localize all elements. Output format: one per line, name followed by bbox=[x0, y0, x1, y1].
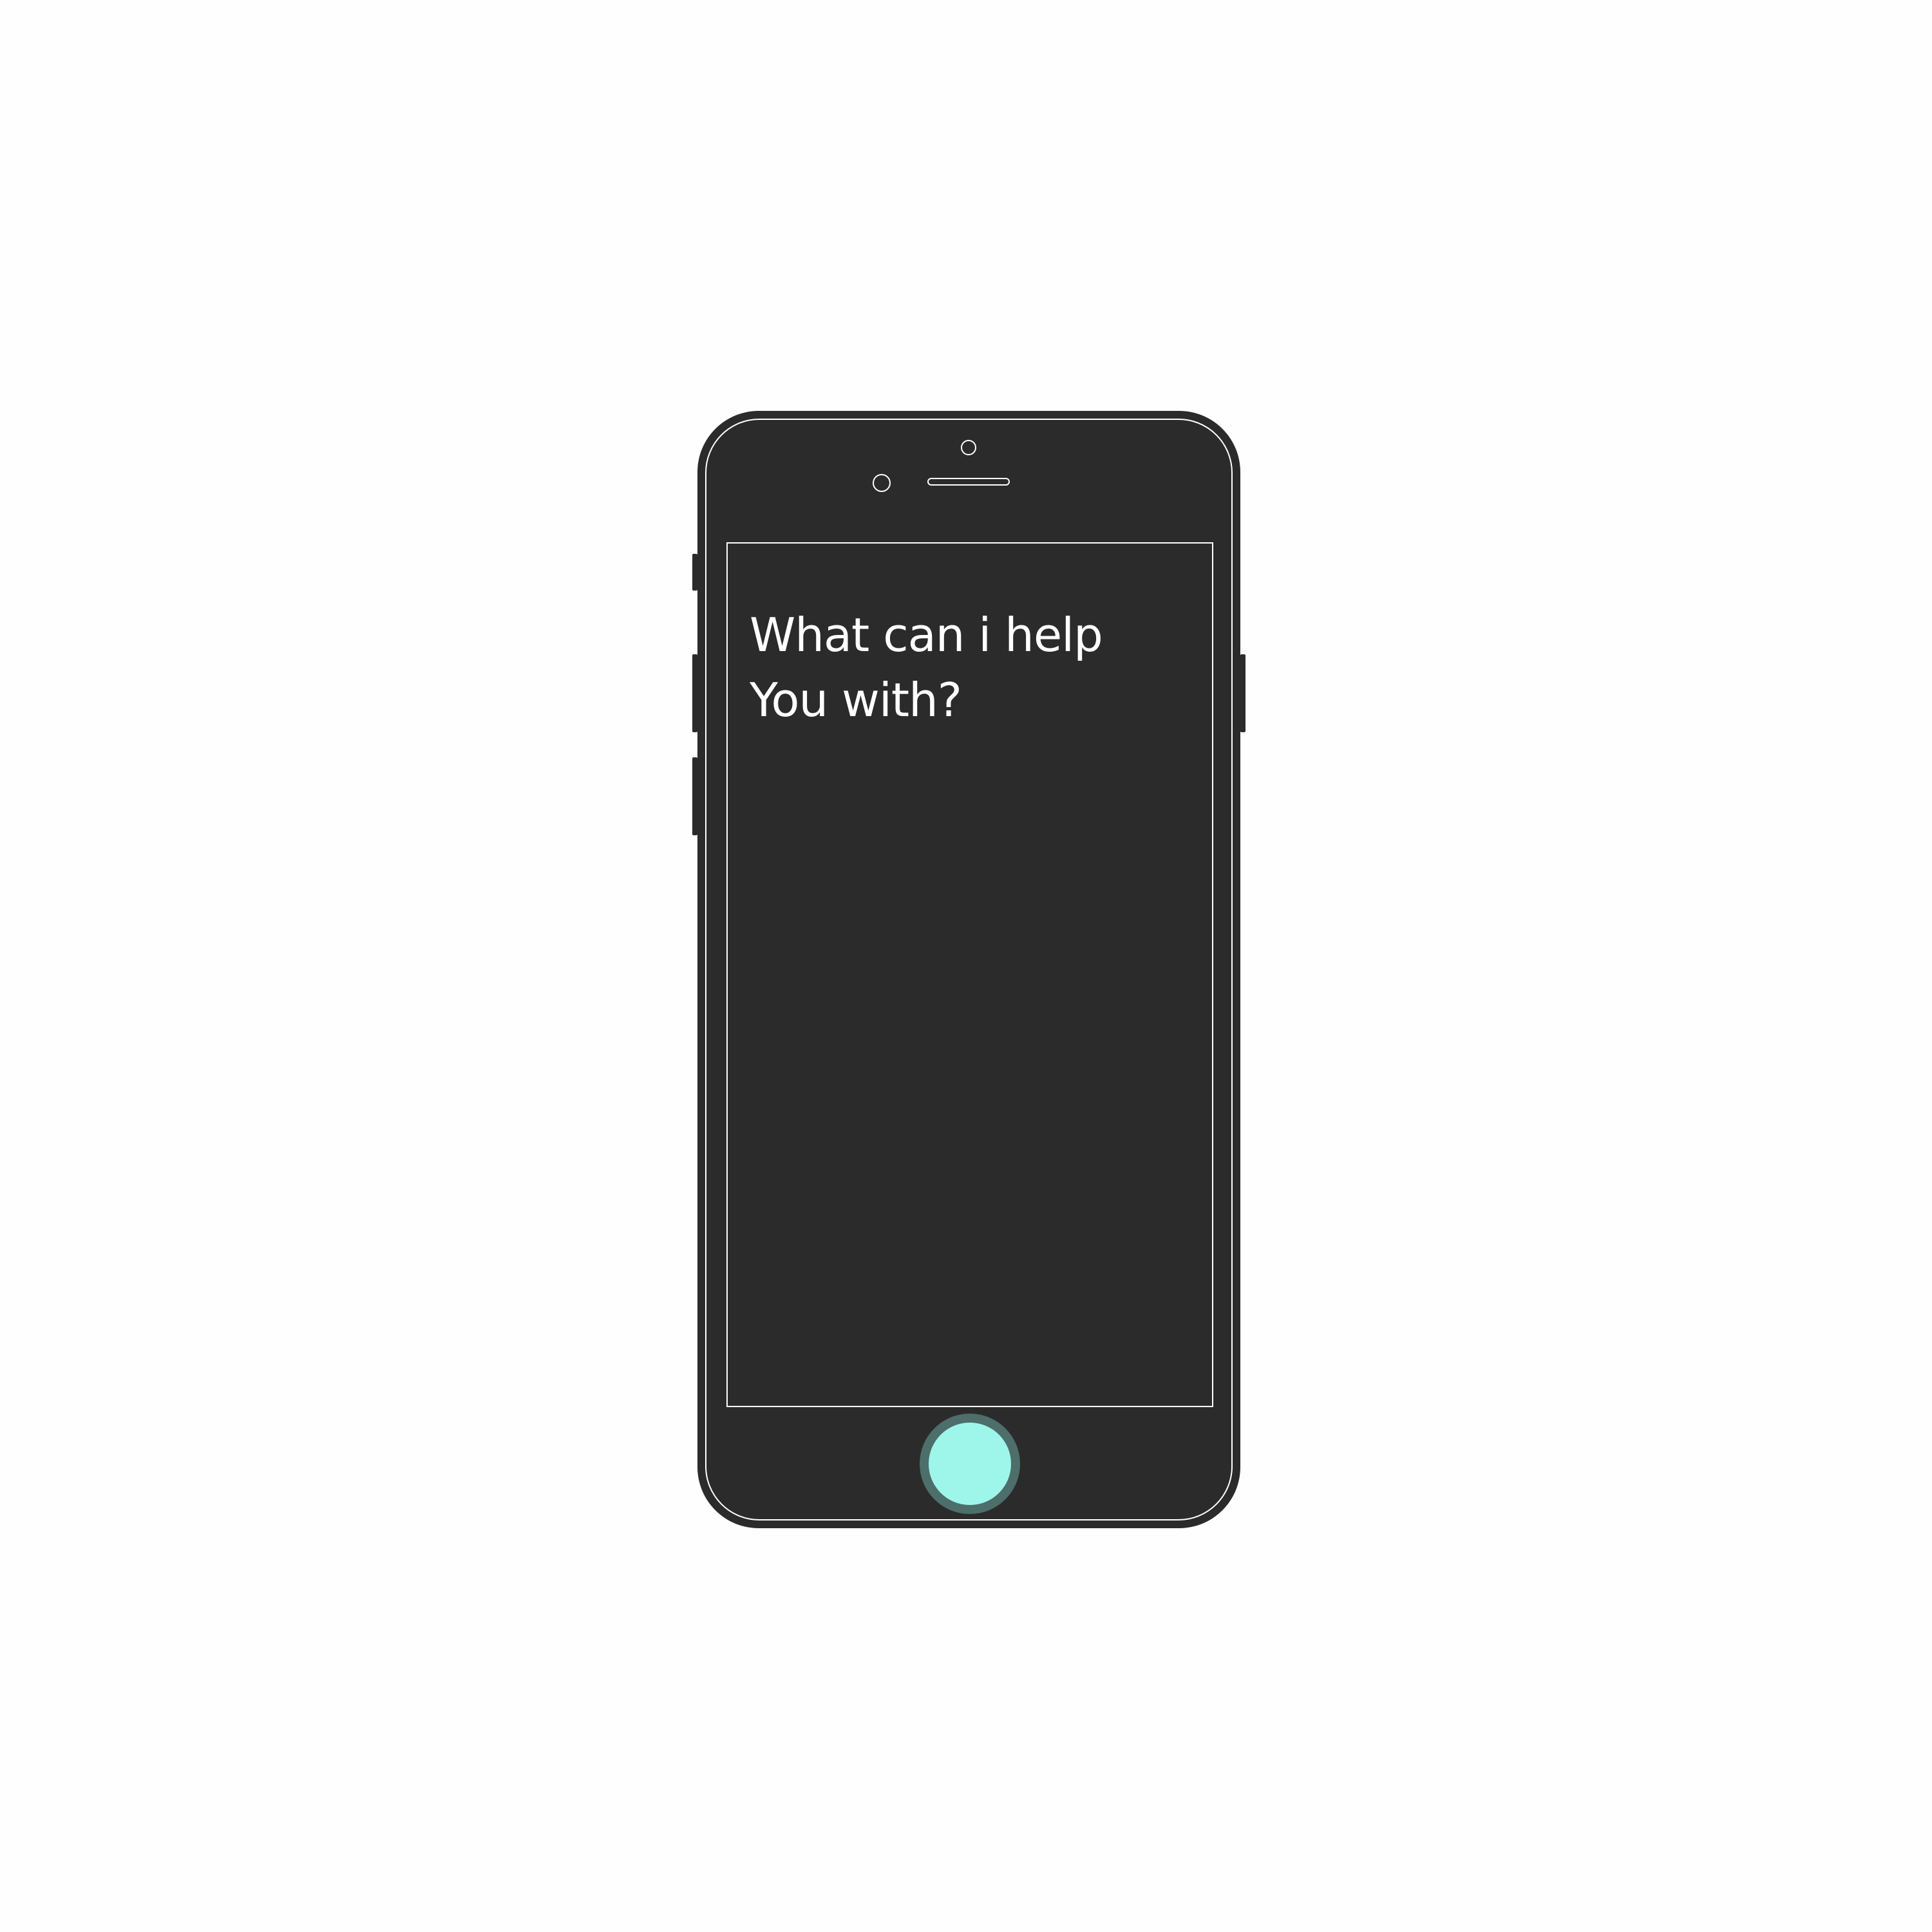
assistant-prompt-line-2: You with? bbox=[750, 673, 962, 727]
earpiece-speaker-icon bbox=[927, 478, 1010, 486]
assistant-prompt-line-1: What can i help bbox=[750, 608, 1103, 662]
proximity-sensor-icon bbox=[873, 474, 891, 492]
canvas: What can i help You with? bbox=[0, 0, 1932, 1932]
front-camera-icon bbox=[961, 440, 976, 455]
power-button[interactable] bbox=[1240, 654, 1245, 732]
mute-switch[interactable] bbox=[692, 554, 697, 591]
volume-down-button[interactable] bbox=[692, 757, 697, 835]
phone-screen[interactable]: What can i help You with? bbox=[726, 542, 1213, 1407]
assistant-prompt: What can i help You with? bbox=[750, 603, 1103, 733]
home-button[interactable] bbox=[920, 1414, 1020, 1514]
volume-up-button[interactable] bbox=[692, 654, 697, 732]
home-button-icon bbox=[929, 1423, 1011, 1505]
